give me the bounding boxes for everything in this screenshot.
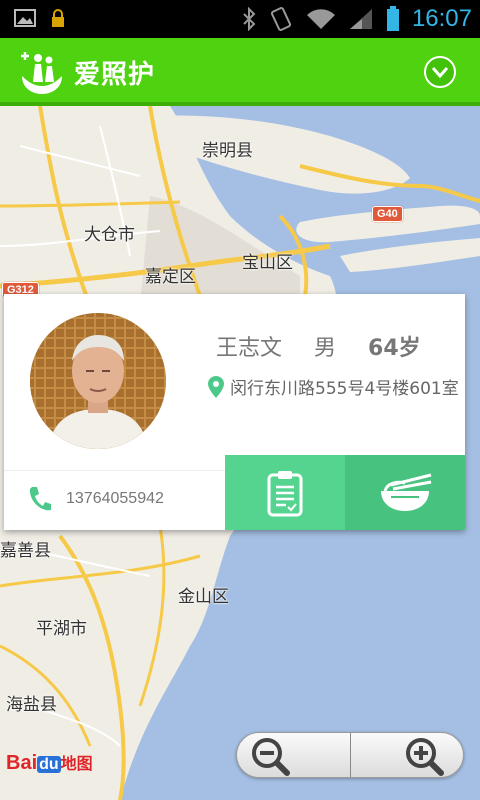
lock-icon (52, 9, 64, 27)
bowl-chopsticks-icon (381, 473, 432, 511)
baidu-logo-du: du (37, 756, 61, 773)
location-pin-icon (208, 375, 224, 398)
signal-icon (349, 9, 372, 29)
zoom-out-button[interactable] (237, 733, 350, 777)
map-label-taicang: 大仓市 (84, 225, 135, 245)
vibrate-icon (270, 7, 291, 31)
baidu-map-logo: Bai du 地图 (6, 750, 93, 775)
zoom-in-button[interactable] (351, 733, 464, 777)
phone-icon (29, 487, 51, 511)
zoom-in-icon (406, 738, 444, 776)
map-label-jiading: 嘉定区 (145, 267, 196, 287)
map-label-jiashan: 嘉善县 (0, 541, 51, 561)
meal-service-button[interactable] (345, 455, 465, 530)
elder-identity: 王志文 男 64岁 (216, 330, 421, 362)
baidu-logo-bai: Bai (6, 752, 38, 774)
phone-number: 13764055942 (66, 490, 164, 507)
app-bar: 爱照护 (0, 38, 480, 106)
zoom-out-icon (252, 738, 290, 776)
map-label-jinshan: 金山区 (178, 587, 229, 607)
status-bar: 16:07 (0, 0, 480, 38)
menu-dropdown-button[interactable] (424, 56, 456, 88)
clock: 16:07 (411, 5, 472, 32)
elder-photo (30, 313, 166, 449)
elder-name: 王志文 (216, 336, 283, 361)
clipboard-icon (267, 470, 303, 516)
bluetooth-icon (243, 7, 256, 31)
elder-info-card[interactable]: 王志文 男 64岁 闵行东川路555号4号楼601室 13764055942 (4, 294, 465, 530)
care-report-button[interactable] (225, 455, 345, 530)
image-icon (14, 9, 36, 27)
app-title: 爱照护 (74, 60, 156, 90)
phone-call-button[interactable]: 13764055942 (28, 486, 164, 512)
baidu-logo-tu: 地图 (60, 754, 93, 773)
elder-gender: 男 (314, 336, 337, 361)
map-label-chongming: 崇明县 (202, 141, 253, 161)
app-logo-icon (21, 52, 62, 94)
elder-age: 64岁 (368, 336, 421, 361)
road-shield-g40: G40 (372, 206, 403, 222)
zoom-controls (236, 732, 464, 778)
map-label-baoshan: 宝山区 (242, 253, 293, 273)
map-label-pinghu: 平湖市 (36, 619, 87, 639)
map-label-haiyan: 海盐县 (6, 695, 57, 715)
elder-address: 闵行东川路555号4号楼601室 (230, 379, 459, 399)
chevron-down-icon (431, 67, 449, 79)
divider (4, 470, 225, 471)
elder-address-row: 闵行东川路555号4号楼601室 (208, 374, 459, 399)
battery-icon (386, 6, 399, 31)
wifi-icon (306, 9, 335, 29)
avatar[interactable] (30, 313, 166, 449)
